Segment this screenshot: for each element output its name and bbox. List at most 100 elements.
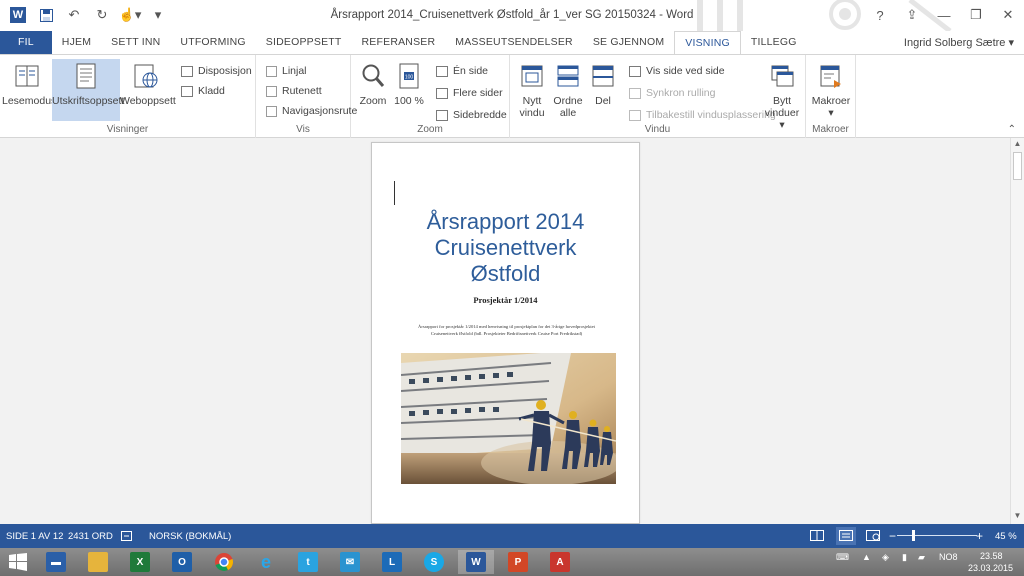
group-show-label: Vis bbox=[296, 124, 310, 135]
excel-icon[interactable]: X bbox=[122, 550, 158, 574]
user-account[interactable]: Ingrid Solberg Sætre ▾ bbox=[904, 36, 1014, 49]
split-button[interactable]: Del bbox=[586, 59, 620, 121]
tab-design[interactable]: UTFORMING bbox=[170, 31, 255, 54]
reset-window-position-button[interactable]: Tilbakestill vindusplassering bbox=[629, 106, 776, 124]
language-bar[interactable]: NO8 bbox=[939, 552, 958, 562]
outlook-icon[interactable]: O bbox=[164, 550, 200, 574]
tab-page-layout[interactable]: SIDEOPPSETT bbox=[256, 31, 352, 54]
chrome-icon[interactable] bbox=[206, 550, 242, 574]
web-layout-view-icon[interactable] bbox=[866, 530, 880, 544]
zoom-100-button[interactable]: 100 100 % bbox=[391, 59, 427, 121]
read-mode-view-icon[interactable] bbox=[810, 530, 824, 544]
switch-windows-button[interactable]: Bytt vinduer ▾ bbox=[762, 59, 802, 131]
group-macros: Makroer ▾ Makroer bbox=[806, 55, 856, 138]
twitter-icon[interactable]: t bbox=[290, 550, 326, 574]
proofing-icon[interactable] bbox=[121, 531, 132, 544]
vertical-scrollbar[interactable]: ▲ ▼ bbox=[1010, 138, 1024, 524]
one-page-icon bbox=[436, 65, 448, 77]
print-layout-button[interactable]: Utskriftsoppsett bbox=[52, 59, 124, 121]
outline-icon bbox=[181, 65, 193, 77]
gridlines-checkbox[interactable]: Rutenett bbox=[266, 82, 322, 100]
scrollbar-thumb[interactable] bbox=[1013, 152, 1022, 180]
word-logo-icon[interactable]: W bbox=[6, 4, 30, 26]
zoom-slider[interactable] bbox=[897, 535, 977, 536]
internet-explorer-icon[interactable]: e bbox=[248, 550, 284, 574]
collapse-ribbon-button[interactable]: ⌃ bbox=[1008, 124, 1016, 135]
web-layout-button[interactable]: Weboppsett bbox=[120, 59, 176, 121]
redo-button[interactable]: ↻ bbox=[90, 4, 114, 26]
svg-text:100: 100 bbox=[405, 75, 414, 81]
zoom-slider-thumb[interactable] bbox=[912, 530, 915, 541]
signal-icon[interactable]: ▰ bbox=[918, 552, 925, 563]
acrobat-icon[interactable]: A bbox=[542, 550, 578, 574]
web-layout-icon bbox=[134, 64, 158, 88]
document-page[interactable]: Årsrapport 2014 Cruisenettverk Østfold P… bbox=[371, 142, 640, 524]
page-count[interactable]: SIDE 1 AV 12 bbox=[6, 531, 63, 542]
desktop-icon[interactable]: ▬ bbox=[38, 550, 74, 574]
start-button[interactable] bbox=[0, 550, 36, 574]
word-icon[interactable]: W bbox=[458, 550, 494, 574]
zoom-level[interactable]: 45 % bbox=[995, 531, 1017, 542]
clock-date[interactable]: 23.03.2015 bbox=[968, 563, 1013, 573]
clock-time[interactable]: 23.58 bbox=[980, 551, 1003, 561]
new-window-button[interactable]: Nytt vindu bbox=[514, 59, 550, 121]
document-area[interactable]: Årsrapport 2014 Cruisenettverk Østfold P… bbox=[0, 138, 1010, 524]
view-side-by-side-button[interactable]: Vis side ved side bbox=[629, 62, 725, 80]
view-side-by-side-label: Vis side ved side bbox=[646, 65, 725, 77]
skype-icon[interactable]: S bbox=[416, 550, 452, 574]
close-button[interactable]: ✕ bbox=[992, 0, 1024, 30]
scroll-up-arrow[interactable]: ▲ bbox=[1011, 139, 1024, 151]
read-mode-button[interactable]: Lesemodus bbox=[2, 59, 56, 121]
customize-qat-button[interactable]: ▾ bbox=[146, 4, 170, 26]
word-count[interactable]: 2431 ORD bbox=[68, 531, 113, 542]
undo-button[interactable]: ↶ bbox=[62, 4, 86, 26]
cruise-ship-photo[interactable] bbox=[401, 353, 616, 484]
lync-icon[interactable]: L bbox=[374, 550, 410, 574]
maximize-button[interactable]: ❐ bbox=[960, 0, 992, 30]
arrange-all-button[interactable]: Ordne alle bbox=[550, 59, 586, 121]
outline-button[interactable]: Disposisjon bbox=[181, 62, 252, 80]
minimize-button[interactable]: — bbox=[928, 0, 960, 30]
document-subtitle[interactable]: Prosjektår 1/2014 bbox=[372, 295, 639, 305]
group-show: Linjal Rutenett Navigasjonsrute Vis bbox=[256, 55, 357, 138]
one-page-button[interactable]: Én side bbox=[436, 62, 488, 80]
help-button[interactable]: ? bbox=[864, 0, 896, 30]
tab-view[interactable]: VISNING bbox=[674, 31, 741, 54]
save-icon bbox=[39, 8, 53, 22]
synchronous-scrolling-button[interactable]: Synkron rulling bbox=[629, 84, 715, 102]
file-explorer-icon[interactable] bbox=[80, 550, 116, 574]
powerpoint-icon[interactable]: P bbox=[500, 550, 536, 574]
tab-insert[interactable]: SETT INN bbox=[101, 31, 170, 54]
zoom-out-button[interactable]: − bbox=[889, 529, 896, 543]
zoom-in-button[interactable]: + bbox=[976, 529, 983, 543]
draft-button[interactable]: Kladd bbox=[181, 82, 225, 100]
print-layout-icon bbox=[76, 63, 96, 89]
network-icon[interactable]: ◈ bbox=[882, 552, 889, 563]
scroll-down-arrow[interactable]: ▼ bbox=[1011, 511, 1024, 523]
zoom-button[interactable]: Zoom bbox=[355, 59, 391, 121]
navigation-pane-checkbox-box bbox=[266, 105, 277, 117]
page-width-icon bbox=[436, 109, 448, 121]
tab-home[interactable]: HJEM bbox=[52, 31, 101, 54]
navigation-pane-checkbox[interactable]: Navigasjonsrute bbox=[266, 102, 357, 120]
ruler-checkbox[interactable]: Linjal bbox=[266, 62, 307, 80]
mail-icon[interactable]: ✉ bbox=[332, 550, 368, 574]
touch-mode-button[interactable]: ☝▾ bbox=[118, 4, 142, 26]
tab-file[interactable]: FIL bbox=[0, 31, 52, 54]
language-indicator[interactable]: NORSK (BOKMÅL) bbox=[149, 531, 231, 542]
print-layout-view-icon[interactable] bbox=[836, 527, 856, 545]
battery-icon[interactable]: ▮ bbox=[902, 552, 907, 563]
document-description[interactable]: Årsrapport for prosjektår 1/2014 med hen… bbox=[404, 323, 609, 337]
save-button[interactable] bbox=[34, 4, 58, 26]
macros-button[interactable]: Makroer ▾ bbox=[810, 59, 852, 121]
keyboard-icon[interactable]: ⌨ bbox=[836, 552, 849, 563]
ribbon-display-options-button[interactable]: ⇪ bbox=[896, 0, 928, 30]
tab-mailings[interactable]: MASSEUTSENDELSER bbox=[445, 31, 583, 54]
tab-references[interactable]: REFERANSER bbox=[352, 31, 446, 54]
multiple-pages-button[interactable]: Flere sider bbox=[436, 84, 503, 102]
notification-chevron-icon[interactable]: ▲ bbox=[862, 552, 871, 562]
page-width-button[interactable]: Sidebredde bbox=[436, 106, 507, 124]
tab-addins[interactable]: TILLEGG bbox=[741, 31, 807, 54]
document-title[interactable]: Årsrapport 2014 Cruisenettverk Østfold bbox=[372, 209, 639, 287]
tab-review[interactable]: SE GJENNOM bbox=[583, 31, 674, 54]
